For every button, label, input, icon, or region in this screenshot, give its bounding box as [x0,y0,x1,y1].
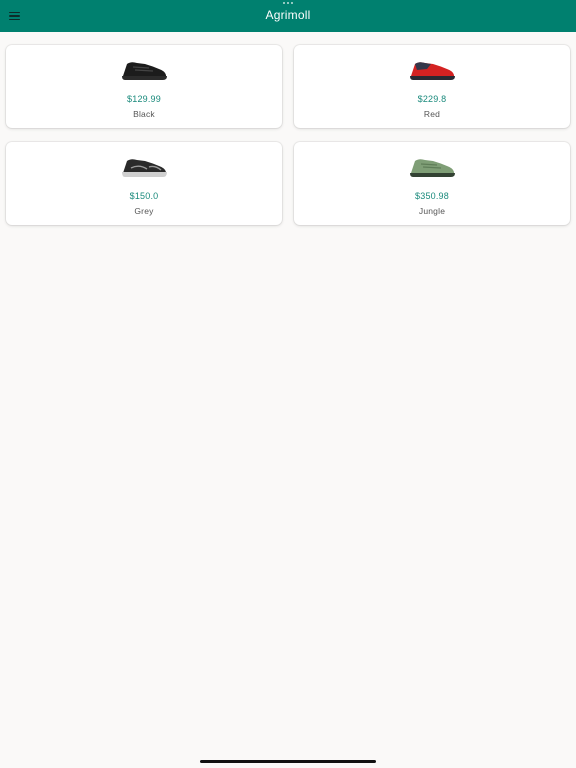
multitasking-dots-icon[interactable] [283,2,293,4]
app-title: Agrimoll [265,8,311,22]
jungle-shoe-image [410,159,455,177]
product-card[interactable]: $350.98 Jungle [294,142,570,225]
product-price: $350.98 [415,191,449,201]
red-shoe-image [410,62,455,80]
product-price: $150.0 [129,191,159,201]
product-card[interactable]: $229.8 Red [294,45,570,128]
product-card[interactable]: $129.99 Black [6,45,282,128]
product-color: Grey [134,206,154,216]
grey-shoe-image [122,159,167,177]
product-grid: $129.99 Black $229.8 Red $150.0 Grey $35… [6,45,570,225]
product-color: Jungle [418,206,446,216]
product-card[interactable]: $150.0 Grey [6,142,282,225]
black-shoe-image [122,62,167,80]
app-bar: Agrimoll [0,0,576,32]
home-indicator[interactable] [200,760,376,763]
product-price: $129.99 [127,94,161,104]
product-color: Black [133,109,155,119]
product-color: Red [423,109,441,119]
product-price: $229.8 [417,94,447,104]
